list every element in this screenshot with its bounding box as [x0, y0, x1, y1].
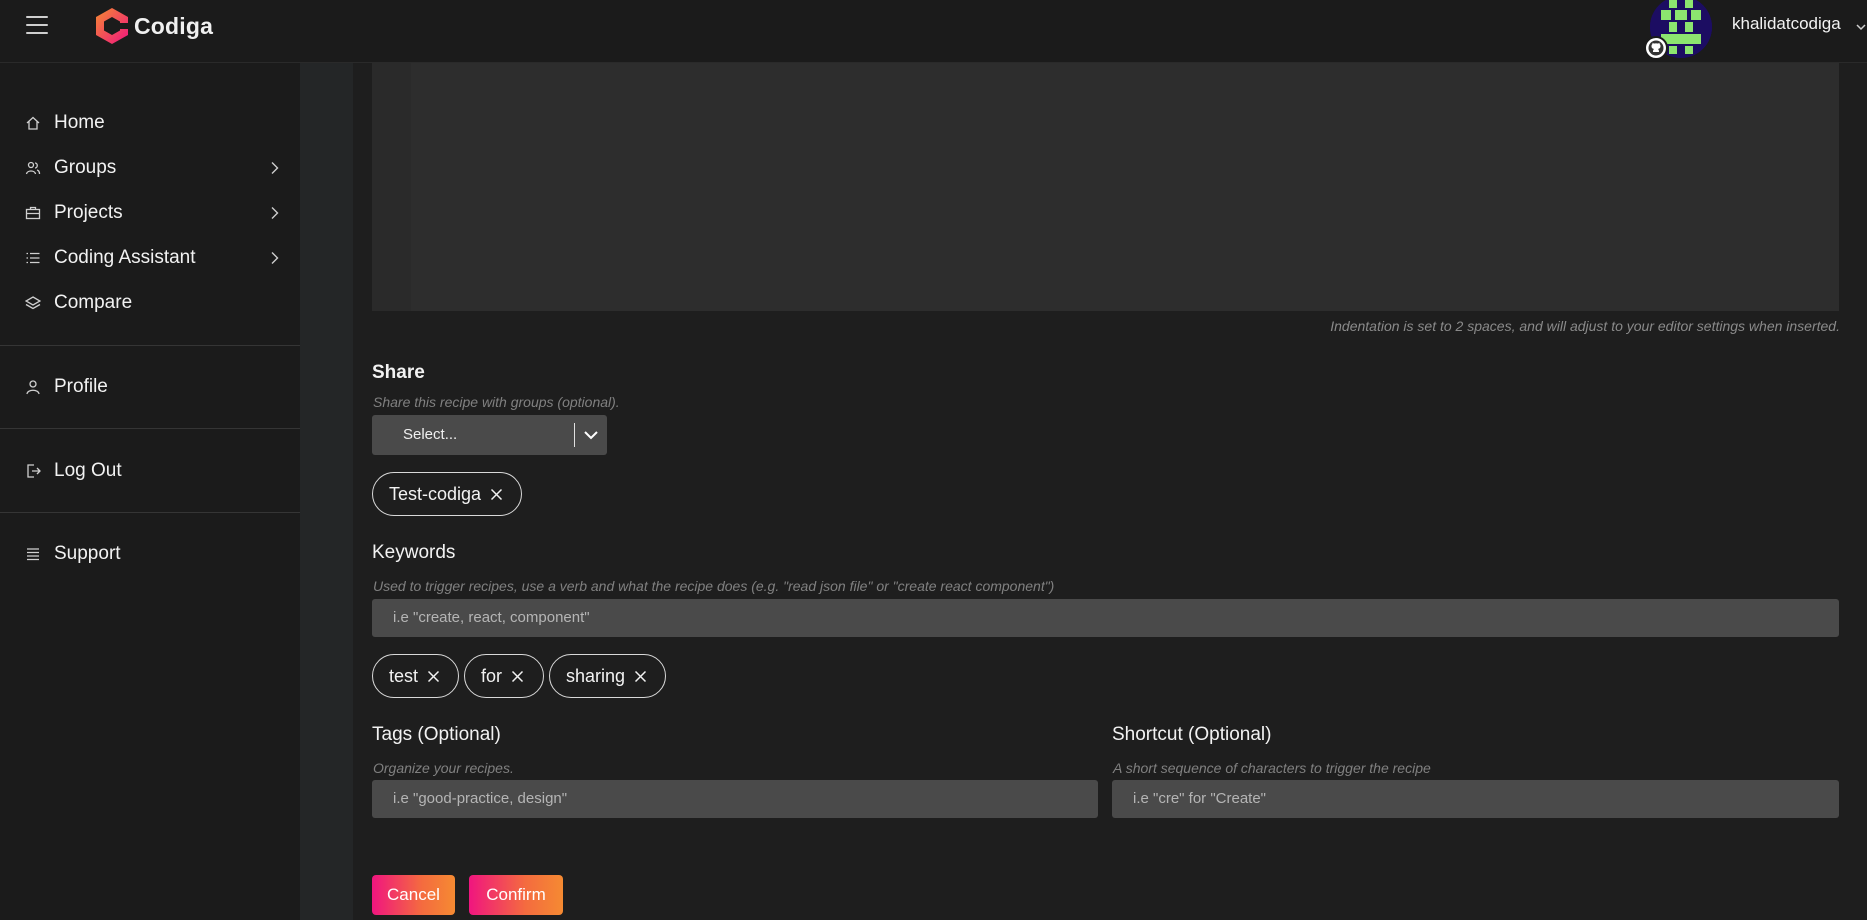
tags-input[interactable]: i.e "good-practice, design"	[372, 780, 1098, 818]
sidebar-item-support[interactable]: Support	[0, 534, 300, 574]
group-chip: Test-codiga	[372, 472, 522, 516]
layers-icon	[24, 294, 42, 312]
share-hint: Share this recipe with groups (optional)…	[373, 394, 620, 410]
list-icon	[24, 249, 42, 267]
shortcut-hint: A short sequence of characters to trigge…	[1113, 760, 1431, 776]
keywords-placeholder: i.e "create, react, component"	[393, 609, 590, 626]
close-icon[interactable]	[511, 670, 524, 683]
shortcut-placeholder: i.e "cre" for "Create"	[1133, 790, 1267, 807]
chevron-down-icon[interactable]	[582, 427, 600, 443]
editor-line-gutter	[372, 63, 411, 311]
sidebar: Home Groups Projects Coding Assistant Co…	[0, 63, 300, 920]
keywords-hint: Used to trigger recipes, use a verb and …	[373, 578, 1055, 594]
chip-label: Test-codiga	[389, 483, 482, 504]
app-name: Codiga	[134, 12, 214, 39]
chip-label: for	[481, 665, 503, 686]
top-bar: Codiga khalidatcodiga	[0, 0, 1867, 63]
keyword-chip: sharing	[549, 654, 666, 698]
sidebar-item-label: Log Out	[54, 460, 122, 481]
sidebar-divider	[0, 512, 300, 513]
tags-placeholder: i.e "good-practice, design"	[393, 790, 568, 807]
select-separator	[574, 423, 575, 447]
sidebar-item-profile[interactable]: Profile	[0, 367, 300, 407]
support-icon	[24, 545, 42, 563]
close-icon[interactable]	[634, 670, 647, 683]
github-icon	[1644, 36, 1668, 60]
keywords-input[interactable]: i.e "create, react, component"	[372, 599, 1839, 637]
user-name[interactable]: khalidatcodiga	[1732, 14, 1841, 34]
close-icon[interactable]	[427, 670, 440, 683]
indentation-note: Indentation is set to 2 spaces, and will…	[1330, 318, 1840, 334]
home-icon	[24, 114, 42, 132]
logout-icon	[24, 462, 42, 480]
chevron-right-icon	[268, 206, 282, 220]
content-gutter	[300, 63, 353, 920]
keyword-chip: for	[464, 654, 544, 698]
tags-hint: Organize your recipes.	[373, 760, 514, 776]
sidebar-item-label: Groups	[54, 157, 117, 178]
sidebar-divider	[0, 428, 300, 429]
sidebar-item-home[interactable]: Home	[0, 103, 300, 143]
select-placeholder: Select...	[403, 426, 458, 443]
chip-label: test	[389, 665, 419, 686]
sidebar-item-projects[interactable]: Projects	[0, 193, 300, 233]
sidebar-item-label: Profile	[54, 376, 108, 397]
sidebar-item-label: Projects	[54, 202, 123, 223]
codiga-logo-icon	[96, 8, 128, 44]
sidebar-item-coding-assistant[interactable]: Coding Assistant	[0, 238, 300, 278]
keyword-chip: test	[372, 654, 459, 698]
share-group-select[interactable]: Select...	[372, 415, 607, 455]
share-title: Share	[372, 362, 425, 383]
close-icon[interactable]	[490, 488, 503, 501]
sidebar-item-groups[interactable]: Groups	[0, 148, 300, 188]
chevron-right-icon	[268, 251, 282, 265]
sidebar-item-label: Home	[54, 112, 105, 133]
shortcut-input[interactable]: i.e "cre" for "Create"	[1112, 780, 1839, 818]
keywords-title: Keywords	[372, 542, 456, 563]
app-logo[interactable]: Codiga	[94, 6, 213, 46]
shortcut-title: Shortcut (Optional)	[1112, 724, 1272, 745]
menu-icon[interactable]	[26, 16, 48, 36]
chip-label: sharing	[566, 665, 626, 686]
sidebar-item-label: Compare	[54, 292, 133, 313]
groups-icon	[24, 159, 42, 177]
sidebar-item-compare[interactable]: Compare	[0, 283, 300, 323]
tags-title: Tags (Optional)	[372, 724, 501, 745]
confirm-button[interactable]: Confirm	[469, 875, 563, 915]
sidebar-item-label: Support	[54, 543, 121, 564]
cancel-button[interactable]: Cancel	[372, 875, 455, 915]
user-icon	[24, 378, 42, 396]
code-editor[interactable]	[372, 63, 1839, 311]
sidebar-divider	[0, 345, 300, 346]
user-avatar[interactable]	[1644, 0, 1714, 60]
sidebar-item-label: Coding Assistant	[54, 247, 196, 268]
chevron-down-icon[interactable]	[1856, 20, 1866, 34]
briefcase-icon	[24, 204, 42, 222]
chevron-right-icon	[268, 161, 282, 175]
sidebar-item-log-out[interactable]: Log Out	[0, 451, 300, 491]
